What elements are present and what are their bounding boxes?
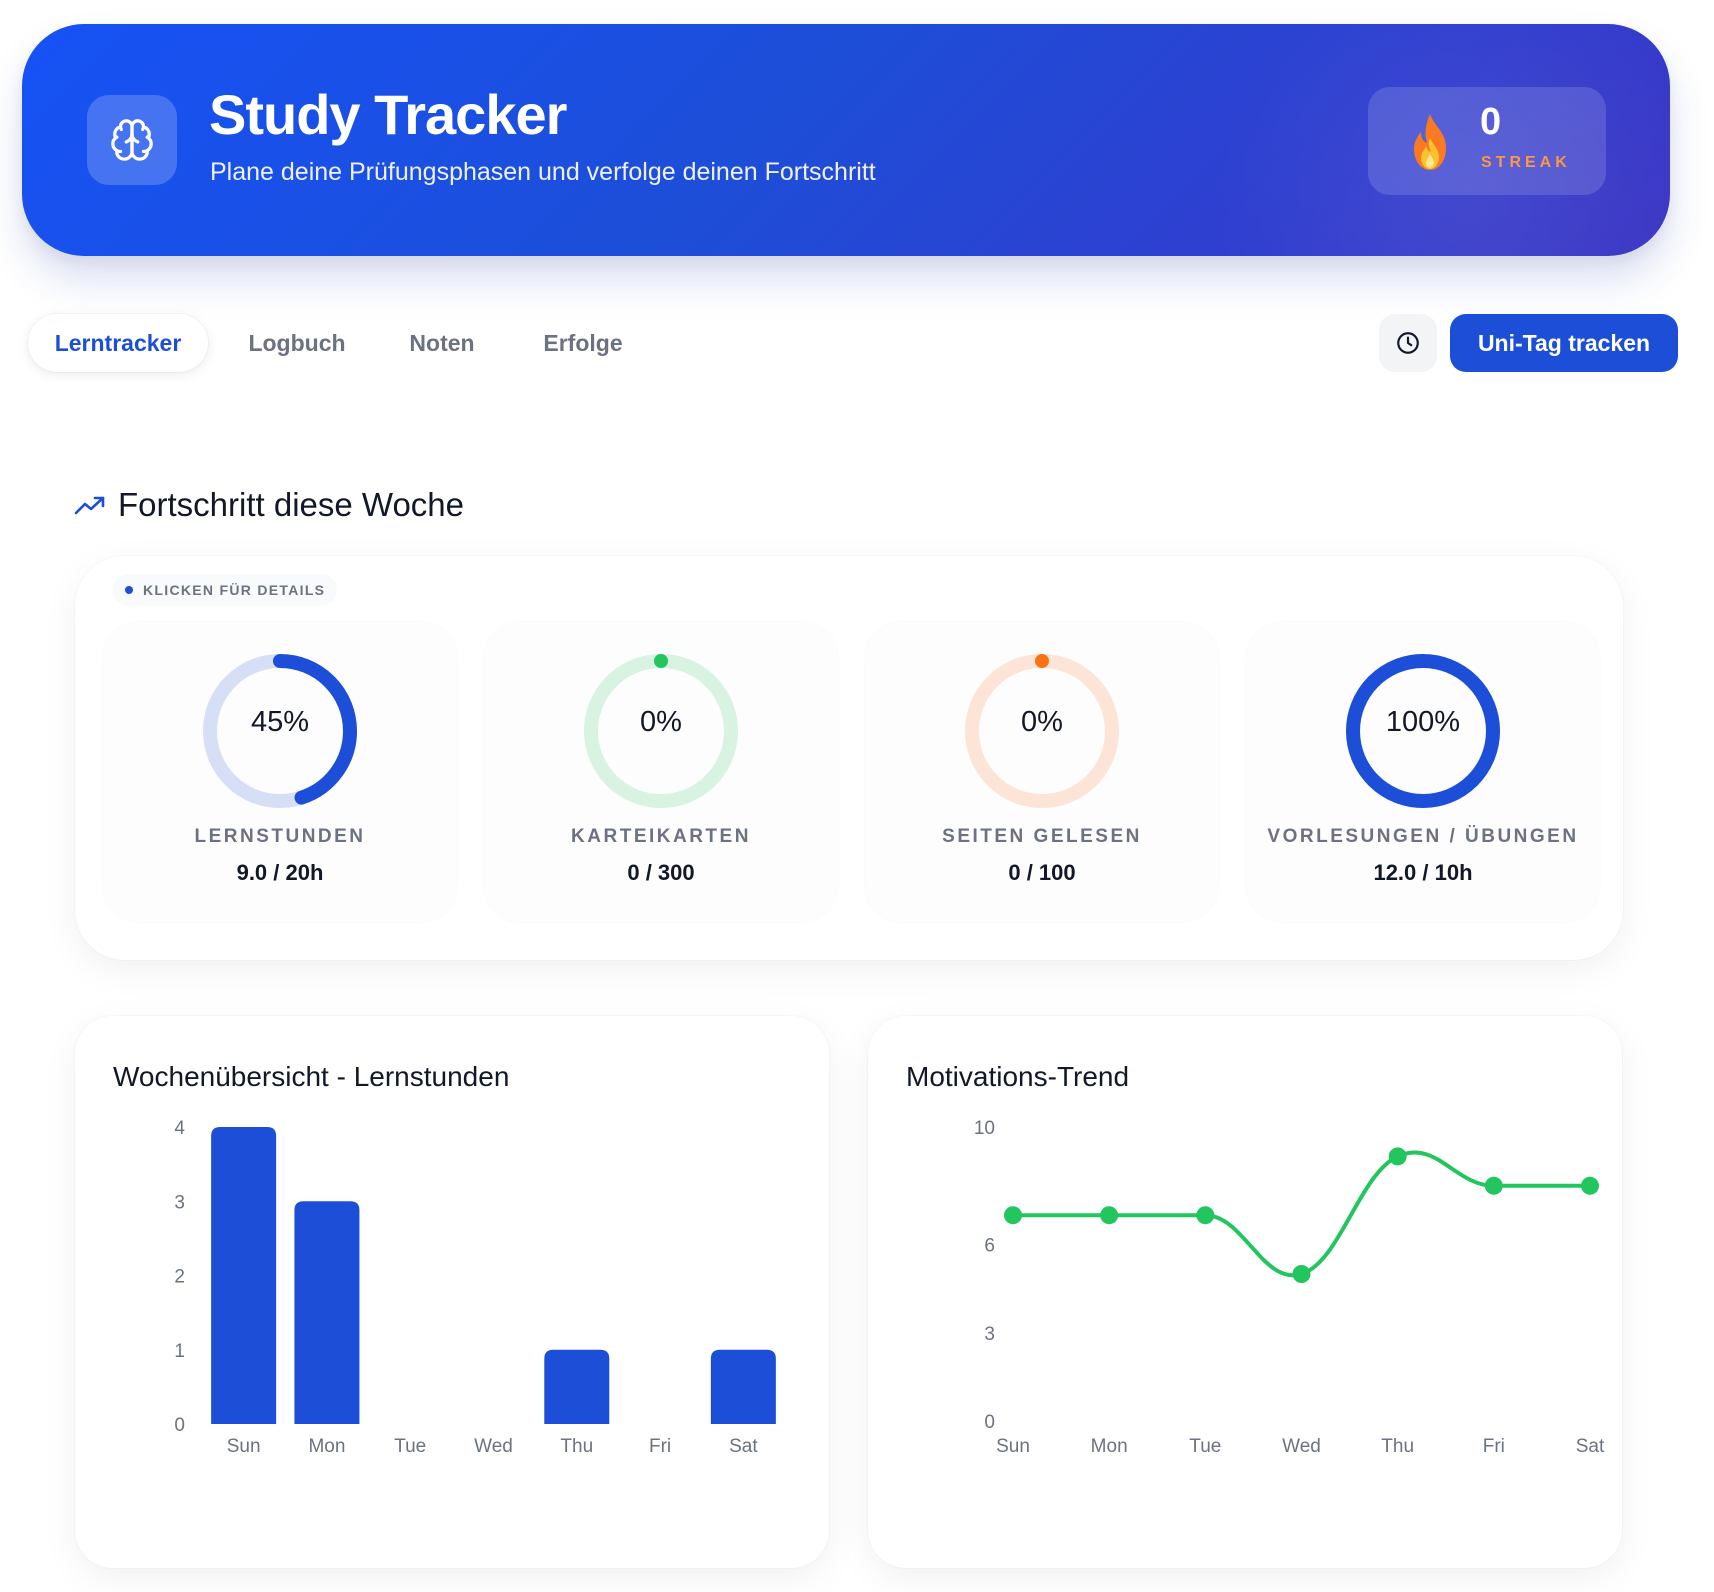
metric-percent: 0% [1021, 706, 1063, 738]
metric-lernstunden[interactable]: 45% LERNSTUNDEN 9.0 / 20h [103, 622, 457, 922]
x-tick-label: Wed [474, 1436, 513, 1457]
metric-label: SEITEN GELESEN [942, 826, 1142, 847]
details-hint-text: KLICKEN FÜR DETAILS [143, 582, 326, 598]
point-thu[interactable] [1388, 1147, 1407, 1166]
weekly-hours-chart: 0 1 2 3 4 Sun Mon Tue Wed Thu Fri Sat [174, 1118, 776, 1457]
point-mon[interactable] [1100, 1206, 1119, 1225]
ring-start-dot [1035, 654, 1049, 668]
metric-percent: 0% [640, 706, 682, 738]
point-sun[interactable] [1004, 1206, 1022, 1225]
metric-value: 0 / 100 [1008, 860, 1076, 885]
metric-value: 9.0 / 20h [236, 860, 324, 885]
metric-vorlesungen[interactable]: 100% VORLESUNGEN / ÜBUNGEN 12.0 / 10h [1246, 622, 1600, 922]
app-header: Study Tracker Plane deine Prüfungsphasen… [22, 24, 1670, 256]
app-title: Study Tracker [209, 83, 567, 146]
ring-start-dot [654, 654, 668, 668]
point-wed[interactable] [1292, 1265, 1311, 1283]
x-tick-label: Sat [729, 1436, 758, 1457]
y-tick-label: 0 [984, 1412, 995, 1433]
section-title: Fortschritt diese Woche [118, 486, 465, 523]
metric-value: 0 / 300 [627, 860, 695, 885]
bar-sat[interactable] [710, 1349, 776, 1424]
y-tick-label: 0 [174, 1415, 185, 1436]
point-sat[interactable] [1581, 1176, 1599, 1195]
y-tick-label: 1 [174, 1341, 185, 1362]
tab-lerntracker[interactable]: Lerntracker [28, 314, 208, 372]
streak-count: 0 [1480, 101, 1502, 143]
trending-up-icon [74, 496, 105, 515]
tab-noten[interactable]: Noten [390, 314, 494, 372]
x-tick-label: Fri [649, 1436, 671, 1457]
x-tick-label: Tue [1189, 1436, 1221, 1457]
app-subtitle: Plane deine Prüfungsphasen und verfolge … [210, 158, 876, 186]
x-tick-label: Sun [996, 1436, 1030, 1457]
details-hint: KLICKEN FÜR DETAILS [113, 574, 338, 606]
point-fri[interactable] [1484, 1176, 1503, 1195]
x-tick-label: Mon [1091, 1436, 1128, 1457]
metric-label: KARTEIKARTEN [571, 826, 751, 847]
x-tick-label: Mon [308, 1436, 345, 1457]
clock-icon [1397, 332, 1419, 354]
metric-seiten-gelesen[interactable]: 0% SEITEN GELESEN 0 / 100 [865, 622, 1219, 922]
motivation-trend-card: Motivations-Trend 0 3 6 10 Sun Mon Tue Wed Thu Fr… [868, 1016, 1622, 1568]
y-tick-label: 4 [174, 1118, 185, 1139]
tab-erfolge[interactable]: Erfolge [522, 314, 644, 372]
bar-thu[interactable] [544, 1349, 610, 1424]
tab-logbuch[interactable]: Logbuch [232, 314, 362, 372]
point-tue[interactable] [1196, 1206, 1215, 1225]
streak-label: STREAK [1481, 154, 1571, 171]
y-tick-label: 3 [174, 1192, 185, 1213]
metric-value: 12.0 / 10h [1373, 860, 1473, 885]
x-tick-label: Tue [394, 1436, 426, 1457]
y-tick-label: 6 [984, 1236, 995, 1257]
motivation-trend-chart: 0 3 6 10 Sun Mon Tue Wed Thu Fri Sat [974, 1118, 1605, 1457]
x-tick-label: Sun [227, 1436, 261, 1457]
x-tick-label: Thu [1381, 1436, 1414, 1457]
fire-icon [1414, 114, 1446, 170]
y-tick-label: 2 [174, 1267, 185, 1288]
metric-percent: 45% [250, 706, 310, 738]
metric-label: LERNSTUNDEN [194, 826, 366, 847]
bar-mon[interactable] [294, 1201, 360, 1424]
brain-icon [87, 95, 177, 185]
weekly-hours-card: Wochenübersicht - Lernstunden 0 1 2 3 4 Sun Mo… [75, 1016, 829, 1568]
weekly-progress-card: KLICKEN FÜR DETAILS 45% LERNSTUNDEN 9.0 … [75, 556, 1623, 960]
track-uni-day-button[interactable]: Uni-Tag tracken [1450, 314, 1678, 372]
bar-sun[interactable] [211, 1127, 277, 1424]
history-button[interactable] [1379, 314, 1437, 372]
x-tick-label: Thu [560, 1436, 593, 1457]
metric-label: VORLESUNGEN / ÜBUNGEN [1267, 826, 1579, 847]
y-tick-label: 3 [984, 1324, 995, 1345]
x-tick-label: Wed [1282, 1436, 1321, 1457]
metric-percent: 100% [1385, 706, 1461, 738]
x-tick-label: Fri [1483, 1436, 1505, 1457]
hint-dot [125, 586, 133, 594]
y-tick-label: 10 [974, 1118, 995, 1139]
streak-badge: 0 STREAK [1368, 87, 1606, 195]
metric-karteikarten[interactable]: 0% KARTEIKARTEN 0 / 300 [484, 622, 838, 922]
x-tick-label: Sat [1576, 1436, 1605, 1457]
motivation-line [1013, 1150, 1590, 1278]
